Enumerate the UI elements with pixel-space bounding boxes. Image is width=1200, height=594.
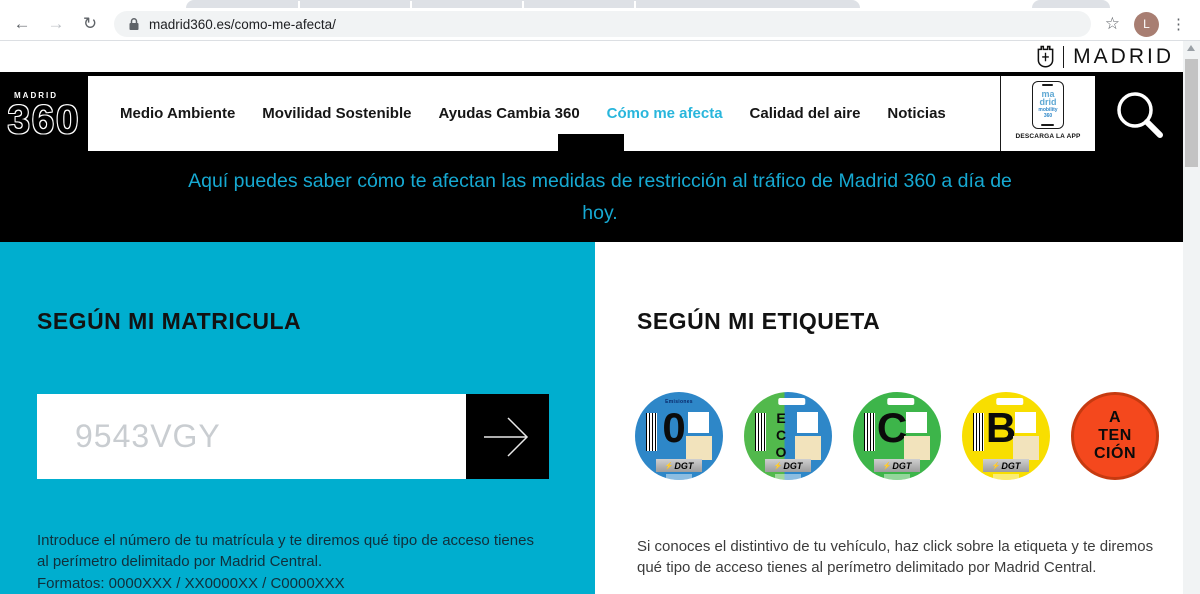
- barcode-icon: [755, 413, 766, 451]
- browser-toolbar: ← → ↻ madrid360.es/como-me-afecta/ ☆ L ⋮: [0, 8, 1200, 41]
- dgt-logo: DGT: [765, 459, 811, 472]
- city-brand-name: MADRID: [1073, 45, 1174, 69]
- browser-menu-icon[interactable]: ⋮: [1171, 15, 1186, 33]
- tab-separator: [522, 1, 524, 8]
- badge-white-square: [906, 412, 927, 433]
- etiqueta-title: SEGÚN MI ETIQUETA: [637, 308, 880, 335]
- nav-calidad-del-aire[interactable]: Calidad del aire: [750, 105, 861, 122]
- site-header: MADRID 360 Medio Ambiente Movilidad Sost…: [0, 72, 1200, 242]
- hero-title-fragment: [558, 134, 624, 164]
- badge-atencion[interactable]: A TEN CIÓN: [1071, 392, 1159, 480]
- barcode-icon: [646, 413, 657, 451]
- search-button[interactable]: [1095, 76, 1183, 151]
- dgt-logo: DGT: [656, 459, 702, 472]
- nav-ayudas-cambia-360[interactable]: Ayudas Cambia 360: [438, 105, 579, 122]
- phone-word-2: drid: [1040, 99, 1057, 107]
- browser-window: ← → ↻ madrid360.es/como-me-afecta/ ☆ L ⋮…: [0, 0, 1200, 594]
- tab-separator: [634, 1, 636, 8]
- matricula-description-text: Introduce el número de tu matrícula y te…: [37, 530, 537, 573]
- tab-strip[interactable]: [0, 0, 1200, 8]
- badge-letter: ECO: [774, 410, 788, 460]
- bookmark-star-icon[interactable]: ☆: [1105, 14, 1120, 34]
- download-app-button[interactable]: ma drid mobility 360 DESCARGA LA APP: [1000, 76, 1095, 151]
- forward-icon[interactable]: →: [44, 12, 68, 36]
- nav-como-me-afecta[interactable]: Cómo me afecta: [607, 105, 723, 122]
- search-icon: [1111, 86, 1167, 142]
- plate-form: [37, 394, 549, 479]
- reload-icon[interactable]: ↻: [78, 12, 102, 36]
- plate-input[interactable]: [37, 394, 466, 479]
- tab-separator: [298, 1, 300, 8]
- matricula-formats: Formatos: 0000XXX / XX0000XX / C0000XXX: [37, 573, 537, 594]
- barcode-icon: [864, 413, 875, 451]
- scroll-up-arrow-icon[interactable]: [1187, 45, 1195, 51]
- scrollbar-thumb[interactable]: [1185, 59, 1198, 167]
- page-scrollbar[interactable]: [1183, 41, 1200, 594]
- badge-white-square: [797, 412, 818, 433]
- badge-cero-emisiones[interactable]: Emisiones 0 DGT: [635, 392, 723, 480]
- nav-noticias[interactable]: Noticias: [887, 105, 945, 122]
- arrow-right-icon: [482, 415, 534, 459]
- logo-360: 360: [8, 101, 81, 139]
- etiqueta-panel: SEGÚN MI ETIQUETA Emisiones 0 DGT ECO: [595, 242, 1183, 594]
- download-app-label: DESCARGA LA APP: [1015, 133, 1080, 140]
- inactive-tab[interactable]: [1032, 0, 1110, 8]
- brand-divider: [1063, 46, 1064, 68]
- madrid360-logo[interactable]: MADRID 360: [0, 72, 88, 158]
- nav-medio-ambiente[interactable]: Medio Ambiente: [120, 105, 235, 122]
- badge-cream-square: [904, 436, 930, 460]
- phone-sub-2: 360: [1044, 114, 1052, 119]
- matricula-panel: SEGÚN MI MATRICULA Introduce el número d…: [0, 242, 595, 594]
- phone-sub-1: mobility: [1038, 108, 1057, 113]
- badge-c[interactable]: C DGT: [853, 392, 941, 480]
- barcode-icon: [973, 413, 984, 451]
- profile-avatar[interactable]: L: [1134, 12, 1159, 37]
- lock-icon: [128, 17, 140, 31]
- tab-separator: [410, 1, 412, 8]
- badge-b[interactable]: B DGT: [962, 392, 1050, 480]
- badge-white-square: [1015, 412, 1036, 433]
- dgt-logo: DGT: [983, 459, 1029, 472]
- address-bar[interactable]: madrid360.es/como-me-afecta/: [114, 11, 1091, 37]
- url-text[interactable]: madrid360.es/como-me-afecta/: [149, 17, 336, 32]
- nav-movilidad-sostenible[interactable]: Movilidad Sostenible: [262, 105, 411, 122]
- badge-cream-square: [795, 436, 821, 460]
- badge-letter: A TEN CIÓN: [1094, 409, 1136, 463]
- matricula-title: SEGÚN MI MATRICULA: [37, 308, 301, 335]
- main-nav: Medio Ambiente Movilidad Sostenible Ayud…: [88, 76, 1000, 151]
- badge-white-square: [688, 412, 709, 433]
- badge-cream-square: [686, 436, 712, 460]
- madrid-crest-icon: [1036, 45, 1055, 68]
- badges-row: Emisiones 0 DGT ECO DGT: [635, 392, 1159, 480]
- city-brand-bar: MADRID: [0, 41, 1200, 72]
- badge-cream-square: [1013, 436, 1039, 460]
- phone-app-icon: ma drid mobility 360: [1032, 81, 1064, 129]
- hero-subtitle: Aquí puedes saber cómo te afectan las me…: [185, 165, 1015, 229]
- matricula-description: Introduce el número de tu matrícula y te…: [37, 530, 537, 594]
- plate-submit-button[interactable]: [466, 394, 549, 479]
- dgt-logo: DGT: [874, 459, 920, 472]
- etiqueta-description: Si conoces el distintivo de tu vehículo,…: [637, 536, 1167, 579]
- back-icon[interactable]: ←: [10, 12, 34, 36]
- badge-slot: [778, 398, 805, 405]
- main-content: SEGÚN MI MATRICULA Introduce el número d…: [0, 242, 1200, 594]
- badge-eco[interactable]: ECO DGT: [744, 392, 832, 480]
